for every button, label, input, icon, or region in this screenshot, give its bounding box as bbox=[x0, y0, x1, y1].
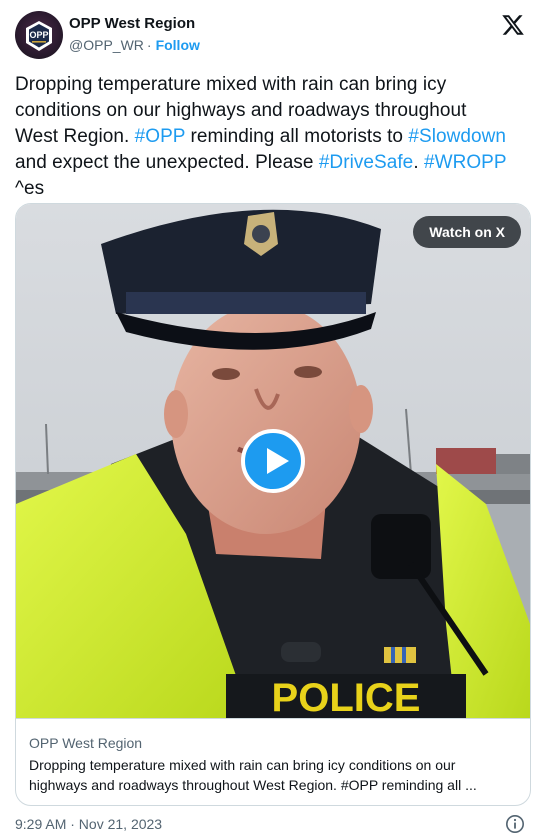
link-preview[interactable]: OPP West Region Dropping temperature mix… bbox=[16, 718, 530, 805]
video-player[interactable]: POLICE Watch on X bbox=[16, 204, 530, 718]
tweet-header: OPP OPP West Region @OPP_WR · Follow bbox=[15, 11, 525, 61]
avatar[interactable]: OPP bbox=[15, 11, 63, 59]
tweet-embed-card: OPP OPP West Region @OPP_WR · Follow Dropp… bbox=[0, 0, 537, 834]
tweet-text-line: and expect the unexpected. Please #Drive… bbox=[15, 150, 530, 176]
vest-lettering: POLICE bbox=[272, 676, 421, 718]
link-preview-description: Dropping temperature mixed with rain can… bbox=[29, 757, 477, 793]
account-info: OPP West Region @OPP_WR · Follow bbox=[69, 14, 200, 55]
link-preview-domain: OPP West Region bbox=[29, 735, 143, 751]
tweet-text: Dropping temperature mixed with rain can… bbox=[15, 72, 530, 202]
tweet-text-line: conditions on our highways and roadways … bbox=[15, 98, 530, 124]
play-icon bbox=[267, 448, 289, 474]
tweet-text-segment: . bbox=[413, 152, 424, 173]
play-button[interactable] bbox=[241, 429, 305, 493]
tweet-text-line: Dropping temperature mixed with rain can… bbox=[15, 72, 530, 98]
tweet-text-line: West Region. #OPP reminding all motorist… bbox=[15, 124, 530, 150]
display-name[interactable]: OPP West Region bbox=[69, 14, 200, 34]
media-card: POLICE Watch on X OPP West Region Droppi… bbox=[15, 203, 531, 806]
follow-button[interactable]: Follow bbox=[156, 37, 200, 53]
tweet-text-segment: Dropping temperature mixed with rain can… bbox=[15, 74, 447, 95]
tweet-text-segment: and expect the unexpected. Please bbox=[15, 152, 319, 173]
timestamp[interactable]: 9:29 AM · Nov 21, 2023 bbox=[15, 816, 162, 832]
hashtag-link[interactable]: #Slowdown bbox=[408, 126, 506, 147]
tweet-footer: 9:29 AM · Nov 21, 2023 bbox=[15, 814, 525, 834]
x-logo-icon[interactable] bbox=[501, 13, 525, 37]
hashtag-link[interactable]: #OPP bbox=[135, 126, 186, 147]
tweet-text-line: ^es bbox=[15, 176, 530, 202]
tweet-text-segment: ^es bbox=[15, 178, 45, 199]
separator-dot: · bbox=[146, 37, 152, 53]
account-handle[interactable]: @OPP_WR bbox=[69, 37, 144, 53]
avatar-text: OPP bbox=[29, 30, 48, 40]
hashtag-link[interactable]: #DriveSafe bbox=[319, 152, 414, 173]
handle-row: @OPP_WR · Follow bbox=[69, 35, 200, 55]
tweet-text-segment: West Region. bbox=[15, 126, 135, 147]
info-icon[interactable] bbox=[505, 814, 525, 834]
tweet-text-segment: conditions on our highways and roadways … bbox=[15, 100, 467, 121]
opp-crest-icon: OPP bbox=[26, 21, 52, 51]
tweet-text-segment: reminding all motorists to bbox=[185, 126, 409, 147]
hashtag-link[interactable]: #WROPP bbox=[424, 152, 507, 173]
watch-on-x-button[interactable]: Watch on X bbox=[413, 216, 521, 248]
